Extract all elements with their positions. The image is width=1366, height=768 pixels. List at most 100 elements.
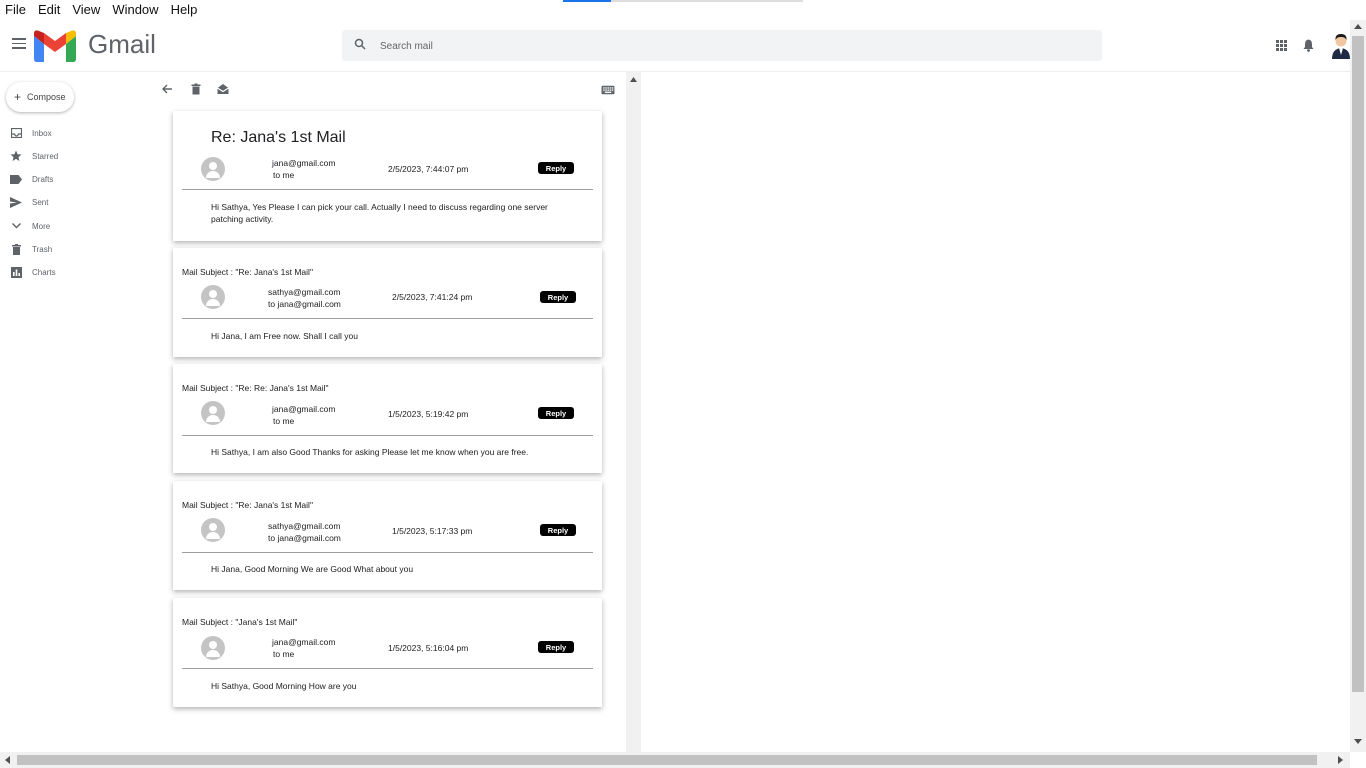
plus-icon: + bbox=[14, 90, 22, 104]
sender-email: jana@gmail.com bbox=[272, 404, 336, 414]
sidebar-item-label: Inbox bbox=[32, 128, 52, 138]
scroll-up-arrow-icon[interactable] bbox=[630, 77, 637, 82]
recipient: to jana@gmail.com bbox=[268, 299, 341, 309]
scroll-right-arrow-icon[interactable] bbox=[1338, 756, 1343, 764]
message-date: 2/5/2023, 7:44:07 pm bbox=[388, 164, 469, 174]
divider bbox=[182, 318, 593, 319]
sender-info: sathya@gmail.com to jana@gmail.com bbox=[268, 520, 341, 544]
chart-icon bbox=[10, 266, 22, 278]
sender-avatar bbox=[201, 157, 225, 181]
mail-subject: Mail Subject : "Re: Jana's 1st Mail" bbox=[182, 267, 313, 277]
divider bbox=[182, 189, 593, 190]
reply-button[interactable]: Reply bbox=[538, 407, 574, 419]
label-icon bbox=[10, 173, 22, 185]
message-body: Hi Sathya, Yes Please I can pick your ca… bbox=[211, 202, 548, 224]
sidebar-item-label: Charts bbox=[32, 267, 56, 277]
compose-button[interactable]: + Compose bbox=[6, 82, 74, 112]
sender-info: jana@gmail.com to me bbox=[272, 636, 335, 660]
send-icon bbox=[10, 196, 22, 208]
loading-bar bbox=[563, 0, 803, 2]
thread-title: Re: Jana's 1st Mail bbox=[211, 129, 346, 146]
sender-info: jana@gmail.com to me bbox=[272, 403, 335, 427]
reply-button[interactable]: Reply bbox=[540, 524, 576, 536]
mail-subject: Mail Subject : "Re: Jana's 1st Mail" bbox=[182, 500, 313, 510]
sender-email: jana@gmail.com bbox=[272, 158, 336, 168]
message-card: Mail Subject : "Re: Re: Jana's 1st Mail"… bbox=[173, 364, 602, 473]
sender-info: sathya@gmail.com to jana@gmail.com bbox=[268, 286, 341, 310]
message-card: Mail Subject : "Jana's 1st Mail" jana@gm… bbox=[173, 598, 602, 707]
notifications-bell-icon[interactable] bbox=[1303, 39, 1314, 52]
thread-scrollbar[interactable] bbox=[626, 72, 641, 752]
menu-view[interactable]: View bbox=[66, 0, 106, 20]
sender-email: sathya@gmail.com bbox=[268, 521, 341, 531]
mail-subject: Mail Subject : "Re: Re: Jana's 1st Mail" bbox=[182, 383, 329, 393]
message-card: Mail Subject : "Re: Jana's 1st Mail" sat… bbox=[173, 248, 602, 357]
divider bbox=[182, 435, 593, 436]
sidebar-item-label: Drafts bbox=[32, 174, 54, 184]
recipient: to me bbox=[273, 649, 295, 659]
sender-avatar bbox=[201, 518, 225, 542]
gmail-logo-icon bbox=[34, 30, 76, 62]
star-icon bbox=[10, 150, 22, 162]
mark-unread-icon[interactable] bbox=[216, 82, 230, 96]
scrollbar-thumb[interactable] bbox=[1352, 36, 1364, 692]
scrollbar-thumb[interactable] bbox=[17, 755, 1317, 765]
message-date: 2/5/2023, 7:41:24 pm bbox=[392, 292, 473, 302]
menu-window[interactable]: Window bbox=[106, 0, 164, 20]
recipient: to me bbox=[273, 416, 295, 426]
message-body: Hi Jana, Good Morning We are Good What a… bbox=[211, 564, 414, 574]
menu-file[interactable]: File bbox=[0, 0, 32, 20]
sidebar-item-label: More bbox=[32, 221, 51, 231]
reply-button[interactable]: Reply bbox=[538, 162, 574, 174]
user-avatar[interactable] bbox=[1330, 31, 1352, 59]
app-name: Gmail bbox=[88, 29, 156, 59]
message-body: Hi Jana, I am Free now. Shall I call you bbox=[211, 331, 358, 341]
sidebar-item-label: Sent bbox=[32, 197, 49, 207]
scroll-down-arrow-icon[interactable] bbox=[1354, 739, 1362, 744]
search-bar[interactable] bbox=[342, 30, 1102, 61]
menu-edit[interactable]: Edit bbox=[32, 0, 66, 20]
message-card: Mail Subject : "Re: Jana's 1st Mail" sat… bbox=[173, 481, 602, 590]
message-body: Hi Sathya, Good Morning How are you bbox=[211, 681, 357, 691]
sender-info: jana@gmail.com to me bbox=[272, 157, 335, 181]
sidebar-item-sent[interactable]: Sent bbox=[10, 194, 48, 210]
sender-avatar bbox=[201, 285, 225, 309]
sender-email: jana@gmail.com bbox=[272, 637, 336, 647]
sidebar-item-trash[interactable]: Trash bbox=[10, 241, 52, 257]
reply-button[interactable]: Reply bbox=[538, 641, 574, 653]
keyboard-icon[interactable] bbox=[601, 83, 615, 97]
message-body: Hi Sathya, I am also Good Thanks for ask… bbox=[211, 447, 529, 457]
trash-icon bbox=[10, 243, 22, 255]
hamburger-menu-icon[interactable] bbox=[12, 35, 26, 55]
sidebar-item-more[interactable]: More bbox=[10, 218, 50, 234]
scroll-left-arrow-icon[interactable] bbox=[5, 756, 10, 764]
chevron-down-icon bbox=[10, 220, 22, 232]
sidebar-item-inbox[interactable]: Inbox bbox=[10, 125, 52, 141]
window-vertical-scrollbar[interactable] bbox=[1350, 20, 1366, 752]
message-date: 1/5/2023, 5:17:33 pm bbox=[392, 526, 473, 536]
message-date: 1/5/2023, 5:19:42 pm bbox=[388, 409, 469, 419]
sidebar-item-drafts[interactable]: Drafts bbox=[10, 171, 53, 187]
back-arrow-icon[interactable] bbox=[160, 82, 174, 96]
sidebar-item-label: Trash bbox=[32, 244, 53, 254]
window-horizontal-scrollbar[interactable] bbox=[0, 752, 1350, 768]
sidebar-item-label: Starred bbox=[32, 151, 59, 161]
reply-button[interactable]: Reply bbox=[540, 291, 576, 303]
delete-icon[interactable] bbox=[189, 82, 203, 96]
message-card: Re: Jana's 1st Mail jana@gmail.com to me… bbox=[173, 111, 602, 241]
compose-label: Compose bbox=[27, 92, 66, 102]
menu-help[interactable]: Help bbox=[165, 0, 204, 20]
recipient: to me bbox=[273, 170, 295, 180]
message-date: 1/5/2023, 5:16:04 pm bbox=[388, 643, 469, 653]
scroll-up-arrow-icon[interactable] bbox=[1354, 24, 1362, 29]
menu-bar: File Edit View Window Help bbox=[0, 0, 1366, 20]
sender-avatar bbox=[201, 401, 225, 425]
app-header: Gmail bbox=[0, 20, 1350, 72]
sender-avatar bbox=[201, 636, 225, 660]
recipient: to jana@gmail.com bbox=[268, 533, 341, 543]
sidebar-item-starred[interactable]: Starred bbox=[10, 148, 58, 164]
search-icon[interactable] bbox=[354, 38, 366, 50]
apps-grid-icon[interactable] bbox=[1276, 40, 1287, 51]
search-input[interactable] bbox=[380, 36, 1080, 56]
sidebar-item-charts[interactable]: Charts bbox=[10, 264, 56, 280]
